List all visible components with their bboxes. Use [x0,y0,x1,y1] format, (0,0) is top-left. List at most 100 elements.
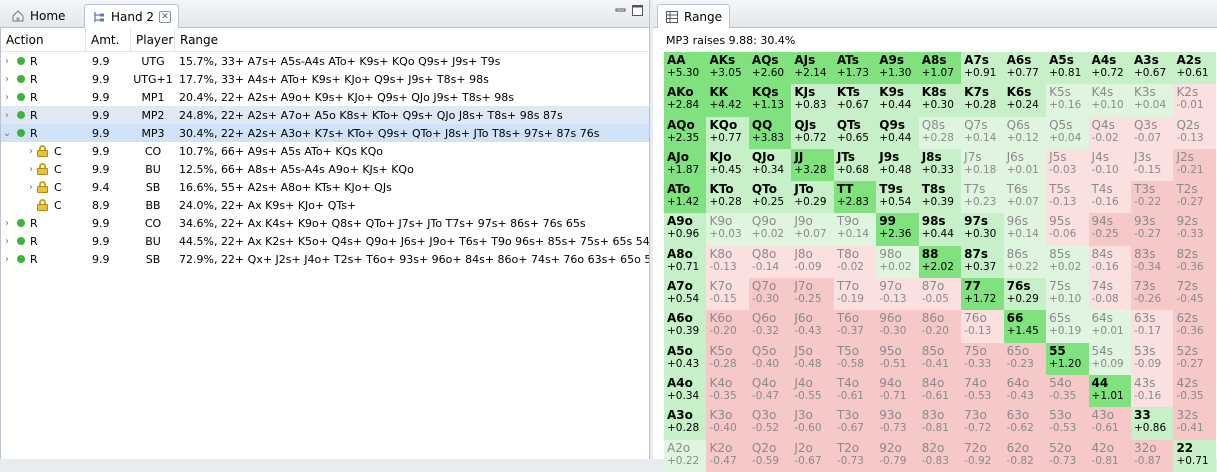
hand-cell[interactable]: 52o -0.73 [1046,439,1089,472]
tree-row[interactable]: › R 9.9 MP1 20.4%, 22+ A2s+ A9o+ K9s+ KJo+ Q… [1,88,649,106]
hand-cell[interactable]: T2o -0.73 [833,439,877,472]
hand-cell[interactable]: ATs +1.73 [833,52,877,85]
hand-cell[interactable]: 43o -0.61 [1088,407,1131,440]
hand-cell[interactable]: 93s -0.27 [1130,213,1174,246]
expand-icon[interactable]: › [1,254,13,265]
hand-cell[interactable]: 54s +0.09 [1088,342,1131,375]
hand-cell[interactable]: T6o -0.37 [833,310,877,343]
hand-cell[interactable]: J5s -0.03 [1046,148,1089,182]
hand-cell[interactable]: A6o +0.39 [664,310,707,343]
tab-hand-2[interactable]: Hand 2 ✕ [84,4,180,29]
expand-icon[interactable]: › [1,56,13,67]
tree-row[interactable]: C 8.9 BB 24.0%, 22+ Ax K9s+ KJo+ QTs+ [1,196,649,214]
hand-cell[interactable]: 53s -0.09 [1130,342,1174,375]
hand-cell[interactable]: QJs +0.72 [791,116,834,149]
hand-cell[interactable]: A7s +0.91 [961,52,1004,85]
hand-cell[interactable]: 83s -0.34 [1130,245,1174,279]
hand-cell[interactable]: J6o -0.43 [791,310,834,343]
hand-cell[interactable]: Q7o -0.30 [748,278,792,311]
minimize-icon[interactable] [615,5,626,16]
hand-cell[interactable]: KQo +0.77 [706,116,749,149]
hand-cell[interactable]: J2o -0.67 [791,439,834,472]
hand-cell[interactable]: 96o -0.30 [876,310,919,343]
hand-cell[interactable]: 44 +1.01 [1088,374,1131,408]
hand-cell[interactable]: 54o -0.35 [1046,374,1089,408]
hand-cell[interactable]: KTo +0.28 [706,181,749,214]
hand-cell[interactable]: J4o -0.55 [791,374,834,408]
column-header-amt[interactable]: Amt. [86,27,131,52]
hand-cell[interactable]: T3s -0.22 [1130,181,1174,214]
hand-cell[interactable]: T8s +0.39 [918,181,962,214]
hand-cell[interactable]: J9o +0.07 [791,213,834,246]
hand-cell[interactable]: T3o -0.67 [833,407,877,440]
hand-cell[interactable]: A4s +0.72 [1088,52,1131,85]
hand-cell[interactable]: Q5o -0.40 [748,342,792,375]
expand-icon[interactable]: › [1,236,13,247]
hand-cell[interactable]: K5s +0.16 [1046,84,1089,117]
hand-cell[interactable]: Q4s -0.02 [1088,116,1131,149]
hand-cell[interactable]: A7o +0.54 [664,278,707,311]
hand-cell[interactable]: 74s -0.08 [1088,278,1131,311]
hand-cell[interactable]: K2s -0.01 [1173,84,1216,117]
hand-cell[interactable]: 43s -0.16 [1130,374,1174,408]
hand-cell[interactable]: K2o -0.47 [706,439,749,472]
hand-cell[interactable]: Q3o -0.52 [748,407,792,440]
hand-cell[interactable]: Q2o -0.59 [748,439,792,472]
tree-row[interactable]: › R 9.9 BU 44.5%, 22+ Ax K2s+ K5o+ Q4s+ Q9o+… [1,232,649,250]
expand-icon[interactable]: › [25,182,37,193]
hand-cell[interactable]: T5o -0.58 [833,342,877,375]
hand-cell[interactable]: QQ +3.83 [748,116,792,149]
hand-cell[interactable]: A5o +0.43 [664,342,707,375]
column-header-player[interactable]: Player [131,27,175,52]
hand-cell[interactable]: 96s +0.14 [1003,213,1047,246]
hand-cell[interactable]: 85o -0.41 [918,342,962,375]
hand-cell[interactable]: T8o -0.02 [833,245,877,279]
hand-cell[interactable]: Q2s -0.13 [1173,116,1216,149]
hand-cell[interactable]: A2s +0.61 [1173,52,1216,85]
hand-cell[interactable]: T6s +0.07 [1003,181,1047,214]
hand-cell[interactable]: 95o -0.51 [876,342,919,375]
hand-cell[interactable]: K4s +0.10 [1088,84,1131,117]
hand-cell[interactable]: A3o +0.28 [664,407,707,440]
hand-cell[interactable]: Q3s -0.07 [1130,116,1174,149]
hand-cell[interactable]: J3s -0.15 [1130,148,1174,182]
hand-cell[interactable]: J7o -0.25 [791,278,834,311]
hand-cell[interactable]: Q6o -0.32 [748,310,792,343]
expand-icon[interactable]: › [1,110,13,121]
hand-cell[interactable]: J5o -0.48 [791,342,834,375]
hand-cell[interactable]: 72o -0.92 [961,439,1004,472]
hand-cell[interactable]: 55 +1.20 [1046,342,1089,375]
hand-cell[interactable]: A6s +0.77 [1003,52,1047,85]
hand-cell[interactable]: 92s -0.33 [1173,213,1216,246]
hand-cell[interactable]: ATo +1.42 [664,181,707,214]
hand-cell[interactable]: 22 +0.71 [1173,439,1216,472]
expand-icon[interactable]: › [1,74,13,85]
hand-cell[interactable]: 83o -0.81 [918,407,962,440]
hand-cell[interactable]: AA +5.30 [664,52,707,85]
hand-cell[interactable]: 66 +1.45 [1003,310,1047,343]
hand-cell[interactable]: KJo +0.45 [706,148,749,182]
hand-cell[interactable]: J3o -0.60 [791,407,834,440]
hand-cell[interactable]: A9s +1.30 [876,52,919,85]
hand-cell[interactable]: 94s -0.25 [1088,213,1131,246]
hand-cell[interactable]: K5o -0.28 [706,342,749,375]
hand-cell[interactable]: 87s +0.37 [961,245,1004,279]
hand-cell[interactable]: K7s +0.28 [961,84,1004,117]
expand-icon[interactable]: › [1,92,13,103]
hand-cell[interactable]: K9s +0.44 [876,84,919,117]
hand-cell[interactable]: T9s +0.54 [876,181,919,214]
tree-row[interactable]: › C 9.9 CO 10.7%, 66+ A9s+ A5s ATo+ KQs KQo [1,142,649,160]
hand-cell[interactable]: 32s -0.41 [1173,407,1216,440]
maximize-icon[interactable] [632,5,643,16]
hand-cell[interactable]: Q9o +0.02 [748,213,792,246]
hand-cell[interactable]: 95s -0.06 [1046,213,1089,246]
hand-cell[interactable]: J9s +0.48 [876,148,919,182]
column-header-range[interactable]: Range [175,28,649,52]
hand-cell[interactable]: K8o -0.13 [706,245,749,279]
hand-cell[interactable]: A8o +0.71 [664,245,707,279]
hand-cell[interactable]: AKs +3.05 [706,52,749,85]
tree-row[interactable]: › R 9.9 UTG 15.7%, 33+ A7s+ A5s-A4s ATo+ K9s… [1,52,649,70]
hand-cell[interactable]: 94o -0.71 [876,374,919,408]
hand-cell[interactable]: J8s +0.33 [918,148,962,182]
hand-cell[interactable]: T4s -0.16 [1088,181,1131,214]
